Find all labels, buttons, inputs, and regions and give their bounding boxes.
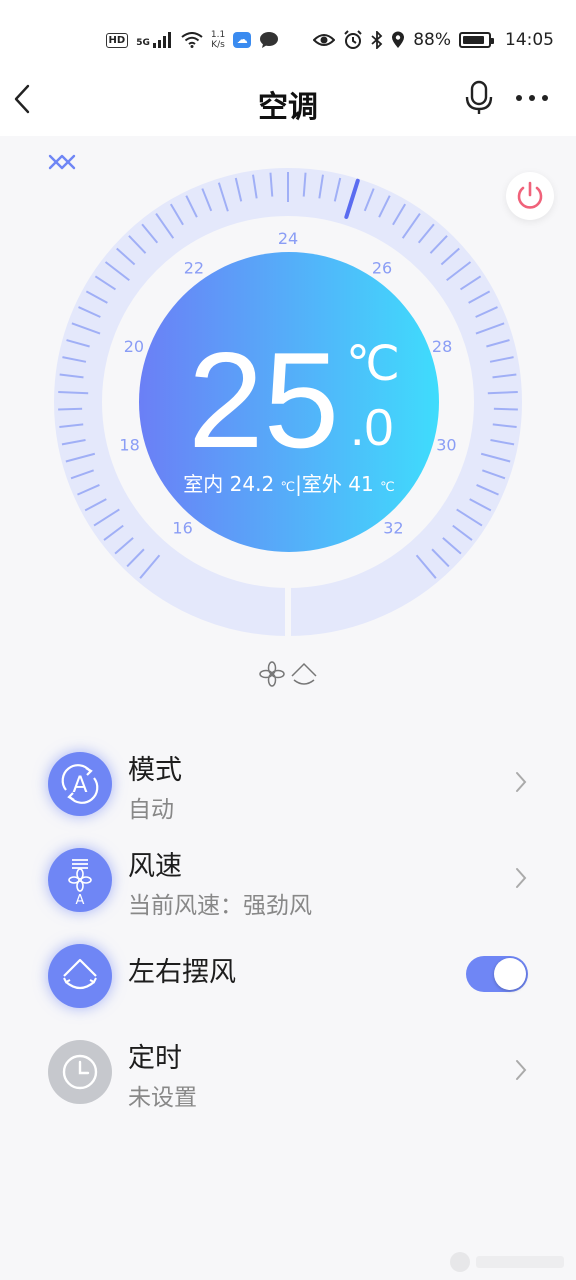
fan-speed-icon: A <box>48 848 112 912</box>
outdoor-unit: ℃ <box>380 480 395 495</box>
scale-label: 32 <box>383 519 403 538</box>
target-temperature: 25 <box>188 324 340 476</box>
outdoor-value: 41 <box>348 472 374 496</box>
chevron-right-icon <box>516 1060 527 1080</box>
battery-fill <box>463 36 485 44</box>
net-speed-unit: K/s <box>211 40 225 50</box>
fan-speed-title: 风速 <box>128 851 182 882</box>
watermark-logo <box>450 1252 564 1272</box>
scale-label: 16 <box>172 519 192 538</box>
toggle-knob <box>494 958 526 990</box>
status-icons: HD 5G 1.1 K/s ☁ 88% 14:05 <box>105 30 554 50</box>
dial-tick <box>493 407 518 411</box>
fan-speed-value: 当前风速：强劲风 <box>128 893 312 919</box>
thermostat-dial[interactable]: 16 18 20 22 24 26 28 30 32 25 ℃ .0 室内 24.2 ℃|室外 … <box>0 140 576 640</box>
cloud-icon: ☁ <box>233 32 252 48</box>
signal-icon: 5G <box>136 32 173 48</box>
status-bar: HD 5G 1.1 K/s ☁ 88% 14:05 <box>0 0 576 80</box>
indoor-unit: ℃ <box>280 480 296 495</box>
ring-gap <box>285 578 291 638</box>
wifi-icon <box>181 32 203 48</box>
clock-icon <box>48 1040 112 1104</box>
microphone-icon[interactable] <box>462 80 496 116</box>
scale-label: 22 <box>184 259 204 278</box>
chat-icon <box>260 32 279 48</box>
alarm-icon <box>344 30 362 49</box>
battery-percent: 88% <box>413 30 451 50</box>
scale-label: 26 <box>372 259 392 278</box>
temperature-unit: ℃ <box>346 338 400 391</box>
net-speed-value: 1.1 <box>210 30 226 40</box>
timer-title: 定时 <box>128 1043 182 1074</box>
chevron-up-icon <box>48 154 76 170</box>
battery-icon <box>459 32 494 48</box>
swing-small-icon <box>291 662 317 685</box>
swing-title: 左右摆风 <box>128 957 236 988</box>
net-speed: 1.1 K/s <box>211 30 225 50</box>
mode-title: 模式 <box>128 755 182 786</box>
dial-tick <box>58 407 83 411</box>
location-icon <box>392 31 405 48</box>
swing-icon <box>48 944 112 1008</box>
setting-row-timer[interactable]: 定时 未设置 <box>0 1020 576 1111</box>
auto-mode-icon: A <box>48 752 112 816</box>
power-button[interactable] <box>506 172 554 220</box>
dial-tick <box>58 390 89 395</box>
timer-value: 未设置 <box>128 1085 197 1111</box>
swing-toggle[interactable] <box>466 956 528 992</box>
network-gen: 5G <box>136 38 150 48</box>
clock-time: 14:05 <box>505 30 554 50</box>
bluetooth-icon <box>371 31 383 49</box>
power-icon <box>517 181 543 209</box>
indoor-value: 24.2 <box>229 472 275 496</box>
scale-label: 28 <box>432 337 452 356</box>
indoor-outdoor-temps: 室内 24.2 ℃|室外 41 ℃ <box>139 468 439 497</box>
fan-small-icon <box>259 661 285 687</box>
indoor-label: 室内 <box>183 472 224 496</box>
title-bar: 空调 <box>0 80 576 136</box>
chevron-right-icon <box>516 868 527 888</box>
temperature-decimal: .0 <box>350 399 394 457</box>
more-options-icon[interactable] <box>514 86 550 110</box>
chevron-right-icon <box>516 772 527 792</box>
setting-row-mode[interactable]: A 模式 自动 <box>0 732 576 823</box>
svg-text:A: A <box>72 773 87 798</box>
outdoor-label: |室外 <box>295 472 342 496</box>
increase-temp-button[interactable] <box>0 140 124 188</box>
scale-label: 18 <box>119 435 139 454</box>
svg-text:A: A <box>76 893 85 908</box>
scale-label: 24 <box>278 229 298 248</box>
setting-row-fan-speed[interactable]: A 风速 当前风速：强劲风 <box>0 828 576 919</box>
hd-badge: HD <box>105 32 129 48</box>
dial-tick <box>487 390 518 395</box>
eye-icon <box>313 34 336 46</box>
status-mode-icons <box>259 661 317 687</box>
mode-value: 自动 <box>128 797 174 823</box>
scale-label: 30 <box>436 435 456 454</box>
scale-label: 20 <box>124 337 144 356</box>
